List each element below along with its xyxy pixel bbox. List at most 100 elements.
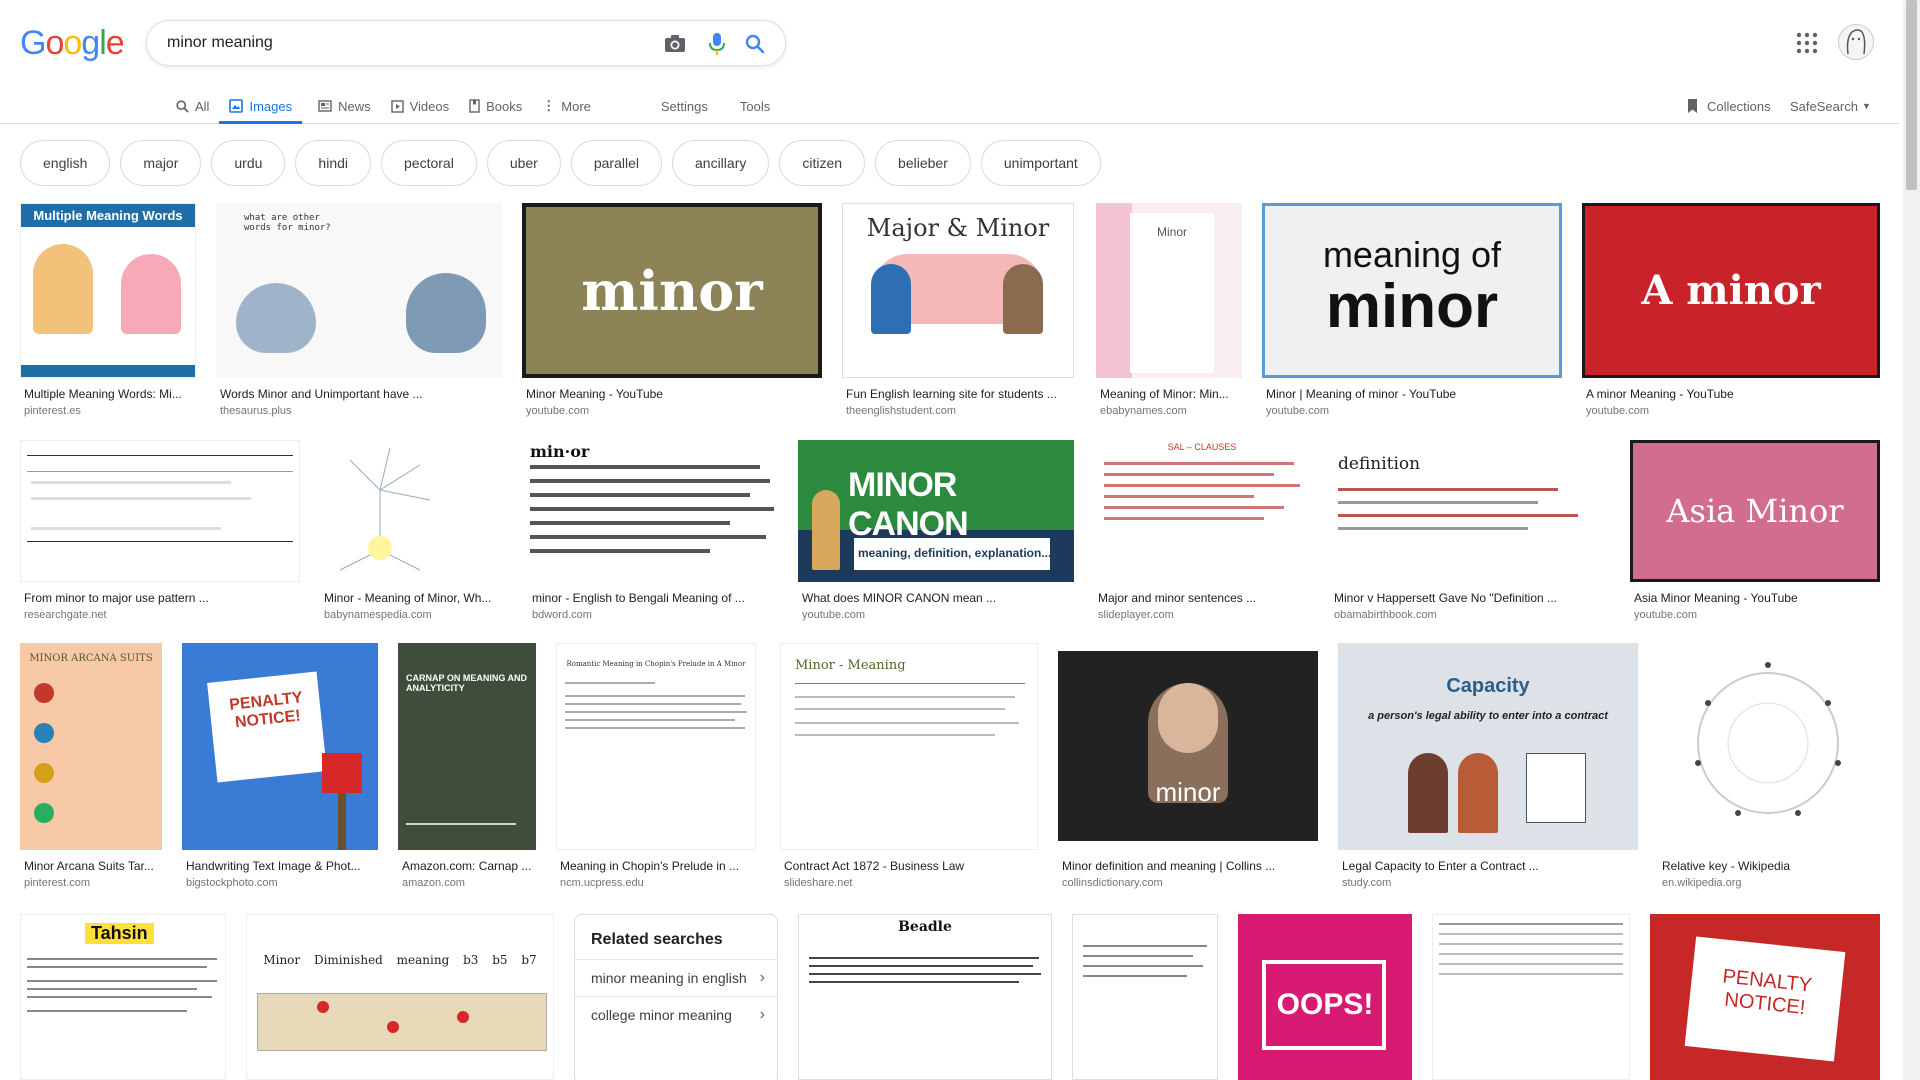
result-thumbnail[interactable]	[1072, 914, 1218, 1080]
result-title[interactable]: Minor definition and meaning | Collins .…	[1062, 859, 1318, 873]
chip[interactable]: ancillary	[672, 140, 770, 186]
chip[interactable]: hindi	[295, 140, 372, 186]
image-result[interactable]: Minor Diminished meaning b3 b5 b7	[246, 914, 554, 1080]
tools-link[interactable]: Tools	[740, 88, 770, 124]
search-icon[interactable]	[743, 32, 767, 56]
result-thumbnail[interactable]: what are other words for minor?	[216, 203, 502, 378]
result-thumbnail[interactable]: Capacity a person's legal ability to ent…	[1338, 643, 1638, 850]
result-title[interactable]: Minor | Meaning of minor - YouTube	[1266, 387, 1562, 401]
tab-books[interactable]: Books	[459, 88, 532, 124]
safesearch-dropdown[interactable]: SafeSearch ▼	[1790, 88, 1871, 124]
image-result[interactable]: Capacity a person's legal ability to ent…	[1338, 643, 1638, 893]
image-result[interactable]: definition Minor v Happersett Gave No "D…	[1330, 440, 1610, 625]
result-title[interactable]: Meaning of Minor: Min...	[1100, 387, 1242, 401]
result-title[interactable]: Meaning in Chopin's Prelude in ...	[560, 859, 756, 873]
result-title[interactable]: Contract Act 1872 - Business Law	[784, 859, 1038, 873]
result-title[interactable]: A minor Meaning - YouTube	[1586, 387, 1880, 401]
result-thumbnail[interactable]: Minor Diminished meaning b3 b5 b7	[246, 914, 554, 1080]
tab-videos[interactable]: Videos	[381, 88, 460, 124]
image-result[interactable]: MINOR CANON meaning, definition, explana…	[798, 440, 1074, 625]
result-thumbnail[interactable]: SAL – CLAUSES	[1094, 440, 1310, 582]
image-result[interactable]	[1432, 914, 1630, 1080]
image-result[interactable]: Multiple Meaning Words Multiple Meaning …	[20, 203, 196, 423]
tab-images[interactable]: Images	[219, 88, 302, 124]
google-logo[interactable]: Google	[20, 24, 125, 63]
result-thumbnail[interactable]: CARNAP ON MEANING AND ANALYTICITY	[398, 643, 536, 850]
image-result[interactable]: min·or minor - English to Bengali Meanin…	[528, 440, 778, 625]
image-result[interactable]: Minor - Meaning of Minor, Wh... babyname…	[320, 440, 508, 625]
chip[interactable]: citizen	[779, 140, 866, 186]
chip[interactable]: uber	[486, 140, 561, 186]
microphone-icon[interactable]	[705, 32, 729, 56]
image-result[interactable]: meaning of minor Minor | Meaning of mino…	[1262, 203, 1562, 423]
result-title[interactable]: Minor Arcana Suits Tar...	[24, 859, 162, 873]
result-thumbnail[interactable]: minor	[522, 203, 822, 378]
search-input[interactable]	[167, 31, 647, 55]
result-title[interactable]: Words Minor and Unimportant have ...	[220, 387, 502, 401]
image-result[interactable]: Relative key - Wikipedia en.wikipedia.or…	[1658, 643, 1880, 893]
result-title[interactable]: Fun English learning site for students .…	[846, 387, 1074, 401]
image-result[interactable]: Tahsin	[20, 914, 226, 1080]
result-thumbnail[interactable]: Tahsin	[20, 914, 226, 1080]
result-thumbnail[interactable]: Asia Minor	[1630, 440, 1880, 582]
related-search-item[interactable]: college minor meaning ›	[575, 996, 777, 1033]
settings-link[interactable]: Settings	[661, 88, 708, 124]
result-thumbnail[interactable]: minor	[1058, 643, 1318, 850]
chip[interactable]: parallel	[570, 140, 662, 186]
result-title[interactable]: What does MINOR CANON mean ...	[802, 591, 1074, 605]
chip[interactable]: major	[120, 140, 202, 186]
result-thumbnail[interactable]: meaning of minor	[1262, 203, 1562, 378]
image-result[interactable]: Asia Minor Asia Minor Meaning - YouTube …	[1630, 440, 1880, 625]
result-title[interactable]: Relative key - Wikipedia	[1662, 859, 1880, 873]
result-thumbnail[interactable]: min·or	[528, 440, 778, 582]
image-result[interactable]: Romantic Meaning in Chopin's Prelude in …	[556, 643, 756, 893]
tab-news[interactable]: News	[308, 88, 381, 124]
result-thumbnail[interactable]: Romantic Meaning in Chopin's Prelude in …	[556, 643, 756, 850]
tab-all[interactable]: All	[166, 88, 219, 124]
chip[interactable]: urdu	[211, 140, 286, 186]
collections-link[interactable]: Collections	[1686, 88, 1771, 124]
avatar[interactable]	[1838, 24, 1874, 60]
image-result[interactable]: minor Minor definition and meaning | Col…	[1058, 643, 1318, 893]
image-result[interactable]: From minor to major use pattern ... rese…	[20, 440, 300, 625]
scrollbar-thumb[interactable]	[1906, 0, 1917, 190]
image-result[interactable]: A minor A minor Meaning - YouTube youtub…	[1582, 203, 1880, 423]
search-box[interactable]	[146, 20, 786, 66]
result-title[interactable]: Handwriting Text Image & Phot...	[186, 859, 378, 873]
result-thumbnail[interactable]: Minor	[1096, 203, 1242, 378]
result-thumbnail[interactable]: definition	[1330, 440, 1610, 582]
image-result[interactable]: OOPS!	[1238, 914, 1412, 1080]
result-thumbnail[interactable]: Major & Minor	[842, 203, 1074, 378]
chip[interactable]: unimportant	[980, 140, 1101, 186]
result-title[interactable]: Major and minor sentences ...	[1098, 591, 1310, 605]
image-result[interactable]: SAL – CLAUSES Major and minor sentences …	[1094, 440, 1310, 625]
result-thumbnail[interactable]	[20, 440, 300, 582]
chip[interactable]: english	[20, 140, 111, 186]
result-thumbnail[interactable]	[320, 440, 508, 582]
result-thumbnail[interactable]: MINOR CANON meaning, definition, explana…	[798, 440, 1074, 582]
related-search-item[interactable]: minor meaning in english ›	[575, 959, 777, 996]
image-result[interactable]: Beadle	[798, 914, 1052, 1080]
tab-more[interactable]: ⋮ More	[532, 88, 601, 124]
apps-grid-icon[interactable]	[1796, 32, 1818, 54]
image-result[interactable]	[1072, 914, 1218, 1080]
result-title[interactable]: Minor - Meaning of Minor, Wh...	[324, 591, 508, 605]
result-title[interactable]: Minor Meaning - YouTube	[526, 387, 822, 401]
page-scrollbar[interactable]	[1903, 0, 1920, 1080]
chip[interactable]: belieber	[875, 140, 971, 186]
result-thumbnail[interactable]: Beadle	[798, 914, 1052, 1080]
image-result[interactable]: Major & Minor Fun English learning site …	[842, 203, 1074, 423]
result-title[interactable]: From minor to major use pattern ...	[24, 591, 300, 605]
image-result[interactable]: CARNAP ON MEANING AND ANALYTICITY Amazon…	[398, 643, 536, 893]
result-title[interactable]: Legal Capacity to Enter a Contract ...	[1342, 859, 1638, 873]
image-result[interactable]: PENALTY NOTICE! Handwriting Text Image &…	[182, 643, 378, 893]
result-thumbnail[interactable]: PENALTY NOTICE!	[182, 643, 378, 850]
image-result[interactable]: MINOR ARCANA SUITS Minor Arcana Suits Ta…	[20, 643, 162, 893]
result-thumbnail[interactable]: A minor	[1582, 203, 1880, 378]
result-title[interactable]: Asia Minor Meaning - YouTube	[1634, 591, 1880, 605]
image-result[interactable]: PENALTY NOTICE!	[1650, 914, 1880, 1080]
camera-icon[interactable]	[663, 32, 687, 56]
result-title[interactable]: Amazon.com: Carnap ...	[402, 859, 536, 873]
result-thumbnail[interactable]	[1432, 914, 1630, 1080]
result-thumbnail[interactable]	[1658, 643, 1880, 850]
